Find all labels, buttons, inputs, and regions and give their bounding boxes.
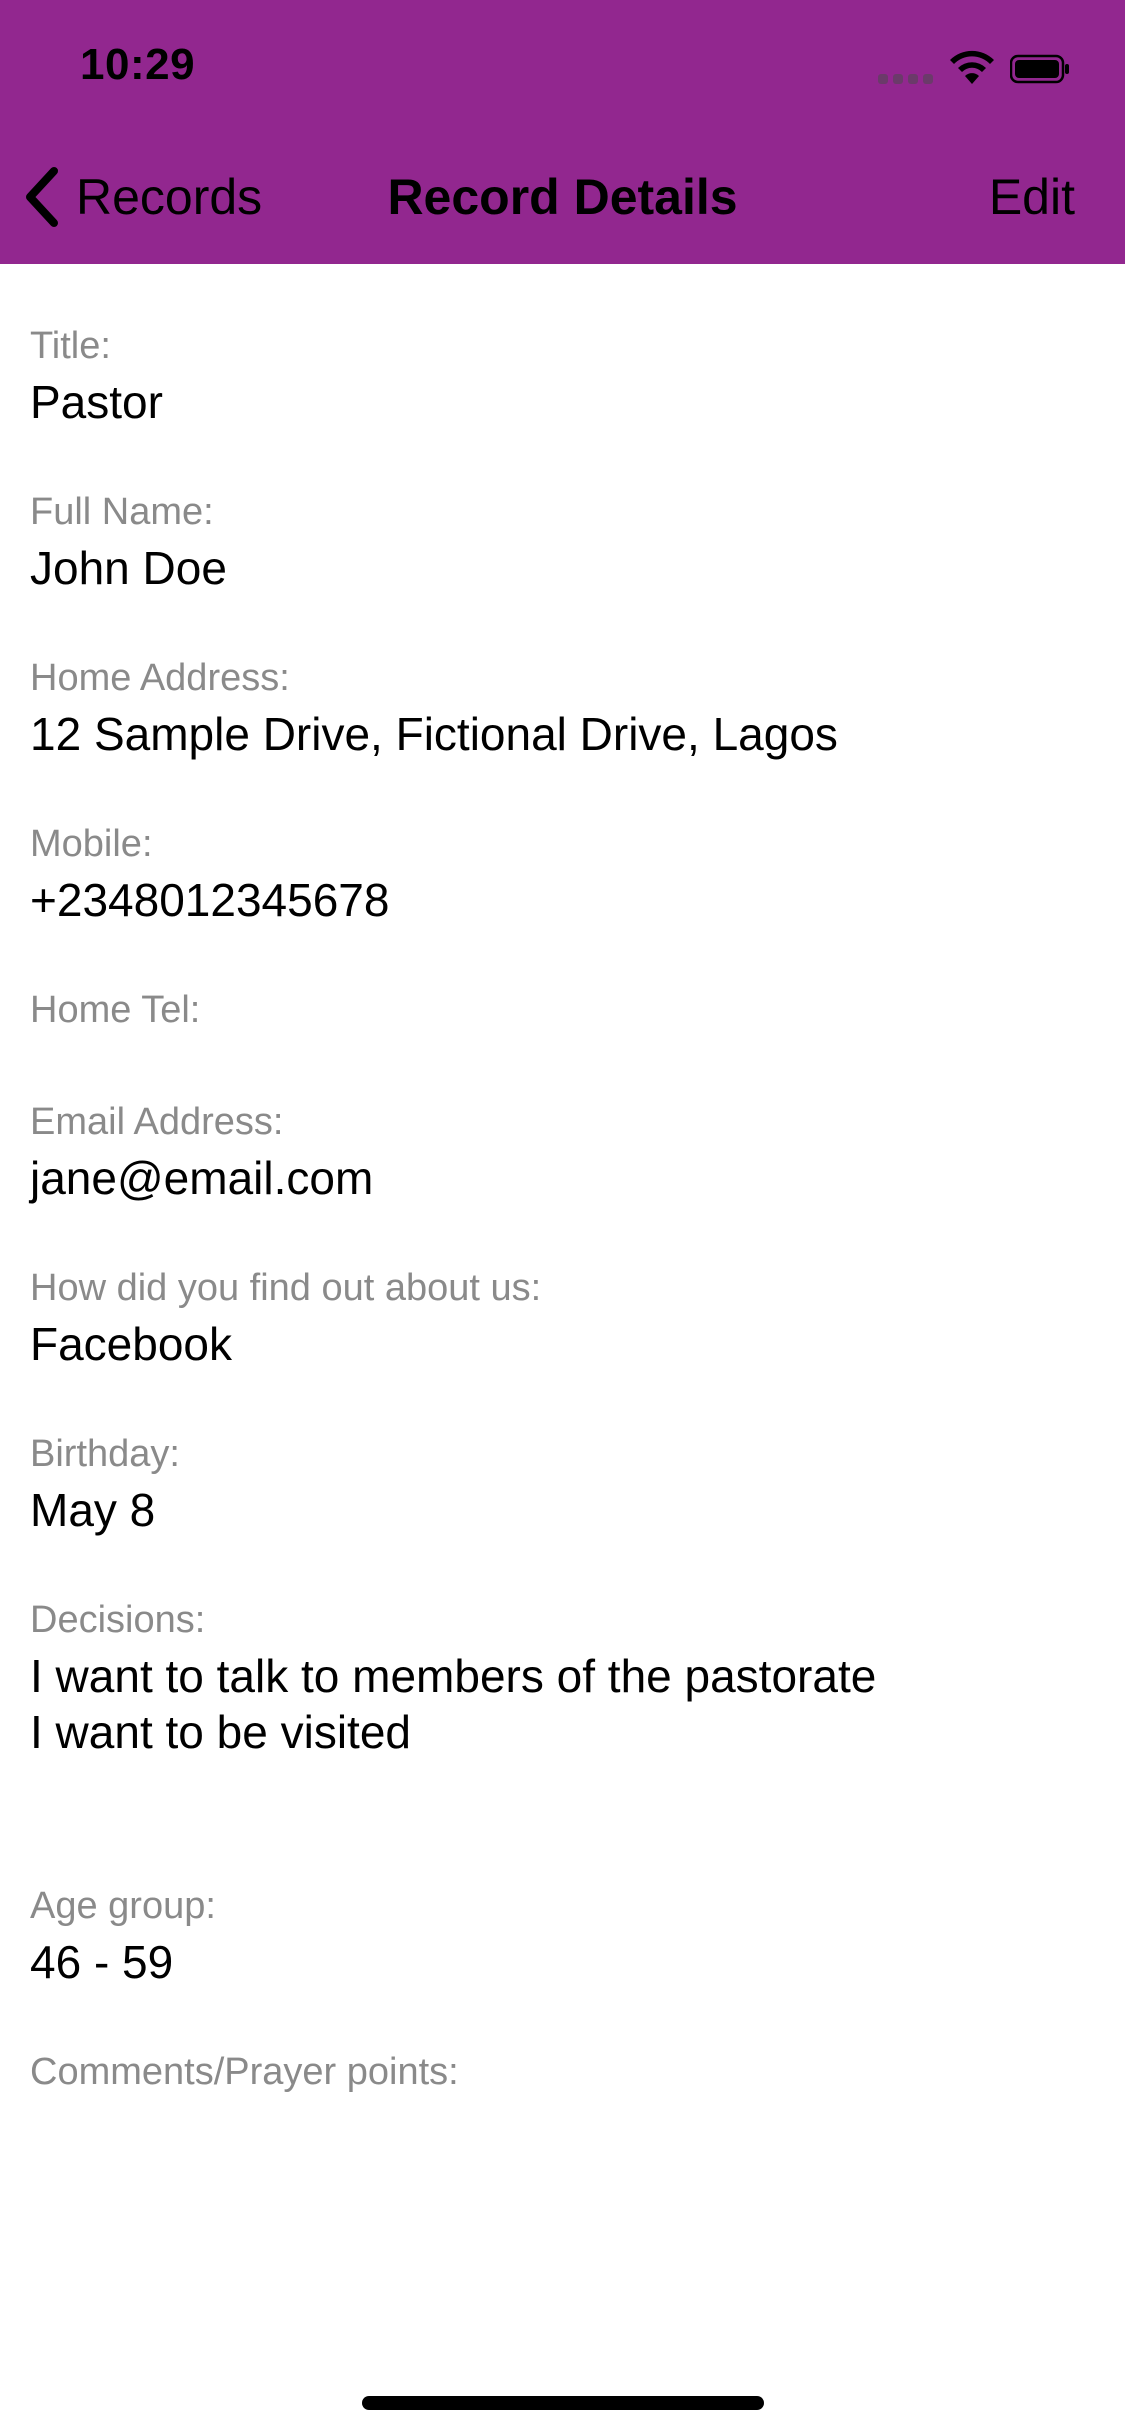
field-label: Full Name: — [30, 491, 214, 533]
field-value: John Doe — [30, 542, 227, 594]
field-age-group: Age group: 46 - 59 — [30, 1878, 1090, 1990]
page-title: Record Details — [387, 169, 738, 225]
field-mobile: Mobile: +2348012345678 — [30, 816, 1090, 928]
field-value: jane@email.com — [30, 1152, 374, 1204]
battery-icon — [1010, 54, 1069, 84]
field-label: Title: — [30, 325, 111, 367]
field-value: Facebook — [30, 1318, 233, 1370]
record-details: Title: Pastor Full Name: John Doe Home A… — [30, 318, 1090, 2100]
wifi-icon — [950, 50, 994, 84]
field-value: May 8 — [30, 1484, 156, 1536]
field-home-tel: Home Tel: — [30, 982, 1090, 1038]
field-label: Mobile: — [30, 823, 153, 865]
field-title: Title: Pastor — [30, 318, 1090, 430]
field-email: Email Address: jane@email.com — [30, 1094, 1090, 1206]
field-source: How did you find out about us: Facebook — [30, 1260, 1090, 1372]
field-value: 46 - 59 — [30, 1936, 174, 1988]
field-value: 12 Sample Drive, Fictional Drive, Lagos — [30, 708, 838, 760]
field-label: Decisions: — [30, 1599, 206, 1641]
field-full-name: Full Name: John Doe — [30, 484, 1090, 596]
field-label: Birthday: — [30, 1433, 180, 1475]
cellular-signal-icon — [878, 74, 934, 84]
field-comments: Comments/Prayer points: — [30, 2044, 1090, 2100]
field-birthday: Birthday: May 8 — [30, 1426, 1090, 1538]
field-label: How did you find out about us: — [30, 1267, 542, 1309]
field-value: I want to talk to members of the pastora… — [30, 1650, 877, 1758]
status-time: 10:29 — [80, 40, 196, 89]
edit-button[interactable]: Edit — [989, 168, 1075, 226]
navigation-header: 10:29 Records Record Details Edit — [0, 0, 1125, 264]
field-decisions: Decisions: I want to talk to members of … — [30, 1592, 1090, 1760]
field-label: Age group: — [30, 1885, 216, 1927]
field-label: Home Address: — [30, 657, 290, 699]
field-label: Email Address: — [30, 1101, 284, 1143]
field-label: Comments/Prayer points: — [30, 2051, 459, 2093]
field-home-address: Home Address: 12 Sample Drive, Fictional… — [30, 650, 1090, 762]
home-indicator — [362, 2396, 764, 2410]
field-label: Home Tel: — [30, 989, 201, 1031]
field-value: Pastor — [30, 376, 163, 428]
field-value: +2348012345678 — [30, 874, 390, 926]
